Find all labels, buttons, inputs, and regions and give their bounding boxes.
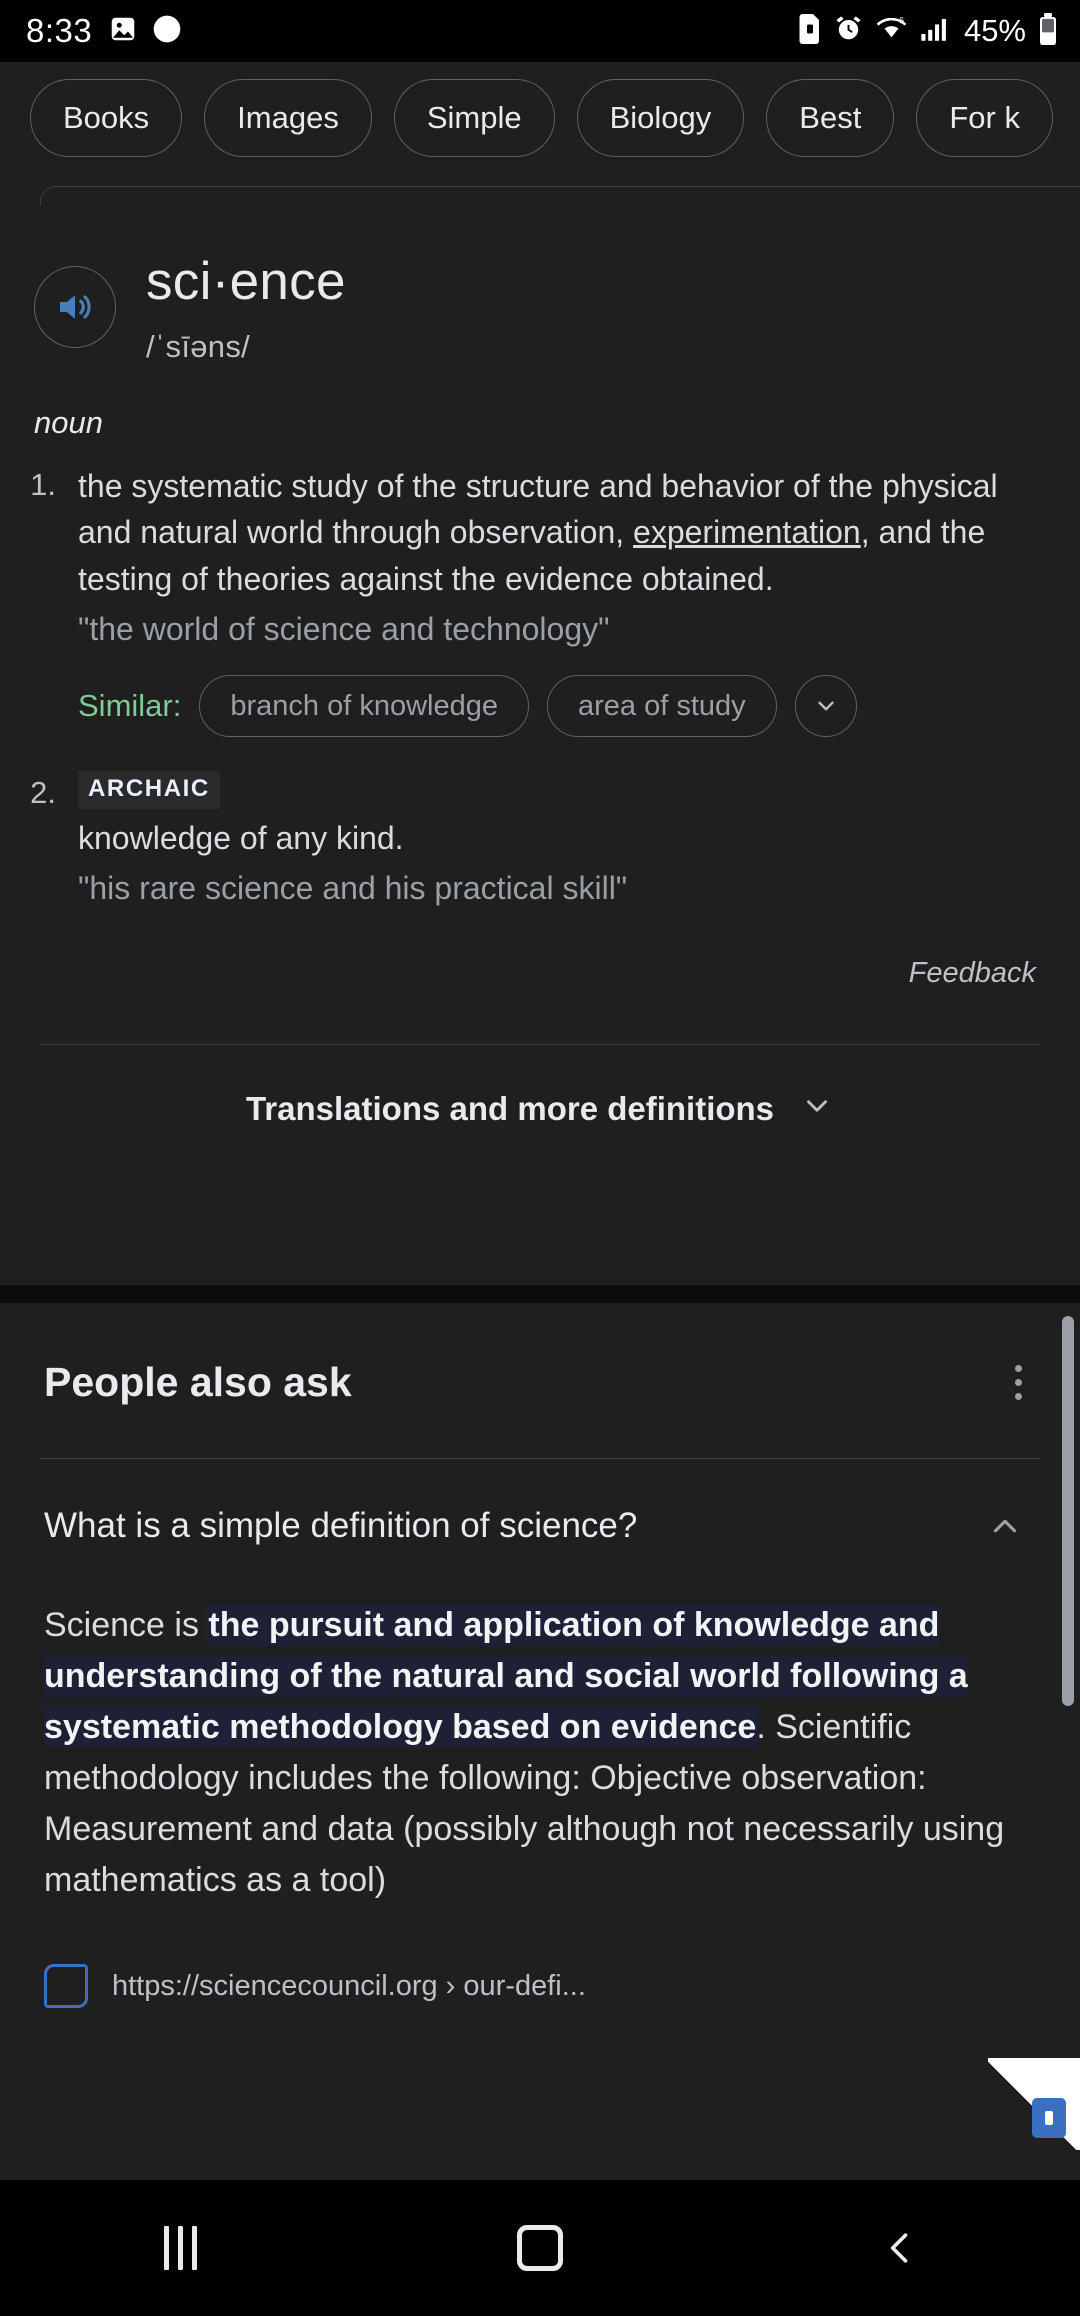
- filter-chip-biology[interactable]: Biology: [576, 79, 745, 157]
- speaker-icon[interactable]: [34, 266, 116, 348]
- translations-label: Translations and more definitions: [245, 1089, 775, 1127]
- filter-chip-images[interactable]: Images: [204, 79, 372, 157]
- kebab-dot: [1015, 1379, 1022, 1386]
- lock-body: [1045, 2111, 1053, 2125]
- similar-label: Similar:: [78, 687, 182, 723]
- image-icon: [108, 14, 138, 49]
- synonym-chip-branch-of-knowledge[interactable]: branch of knowledge: [199, 674, 529, 737]
- definition-text: knowledge of any kind.: [78, 819, 404, 856]
- filter-chip-simple[interactable]: Simple: [393, 79, 555, 157]
- register-label-archaic: ARCHAIC: [78, 770, 220, 809]
- feedback-link[interactable]: Feedback: [0, 923, 1080, 990]
- translations-expander[interactable]: Translations and more definitions: [40, 1044, 1040, 1172]
- definition-example: "his rare science and his practical skil…: [78, 869, 628, 906]
- chevron-down-icon[interactable]: [794, 674, 857, 737]
- answer-prefix: Science is: [44, 1606, 209, 1644]
- lock-icon: [1032, 2098, 1066, 2138]
- question-text: What is a simple definition of science?: [44, 1506, 638, 1545]
- similar-row: Similar: branch of knowledge area of stu…: [78, 674, 1032, 737]
- definition-number: 1.: [30, 466, 56, 502]
- kebab-dot: [1015, 1393, 1022, 1400]
- alarm-icon: [834, 14, 863, 48]
- battery-percent-label: 45%: [963, 13, 1026, 48]
- headword: sci·ence: [146, 252, 346, 311]
- chevron-down-icon[interactable]: [800, 1089, 834, 1128]
- filter-chip-for-kids[interactable]: For k: [916, 79, 1053, 157]
- status-bar-system-icons: 6 45%: [798, 12, 1058, 50]
- eclipse-icon: [151, 13, 183, 50]
- filter-chips-row[interactable]: Books Images Simple Biology Best For k: [0, 62, 1080, 174]
- status-bar: 8:33 6 45%: [0, 0, 1080, 62]
- dictionary-header: sci·ence /ˈsīəns/: [0, 232, 1080, 365]
- definition-body: ARCHAIC knowledge of any kind. "his rare…: [78, 770, 1080, 912]
- feedback-label[interactable]: Feedback: [909, 957, 1036, 989]
- filter-chip-best[interactable]: Best: [766, 79, 895, 157]
- answer-text: Science is the pursuit and application o…: [40, 1588, 1040, 1906]
- dictionary-panel: sci·ence /ˈsīəns/ noun 1. the systematic…: [0, 232, 1080, 1173]
- sd-card-icon: [798, 13, 822, 49]
- source-row[interactable]: https://sciencecouncil.org › our-defi...: [40, 1906, 1040, 2008]
- battery-icon: [1038, 12, 1058, 50]
- part-of-speech: noun: [34, 404, 103, 440]
- site-favicon-icon: [44, 1964, 88, 2008]
- page-scrollbar[interactable]: [1062, 1316, 1074, 1706]
- definition-list: 1. the systematic study of the structure…: [0, 463, 1080, 911]
- filter-chip-books[interactable]: Books: [30, 79, 183, 157]
- back-icon[interactable]: [820, 2198, 980, 2298]
- signal-icon: [920, 14, 950, 48]
- definition-number: 2.: [30, 774, 56, 810]
- status-bar-notification-icons: [108, 13, 183, 50]
- definition-item-1: 1. the systematic study of the structure…: [0, 463, 1080, 737]
- source-url[interactable]: https://sciencecouncil.org › our-defi...: [112, 1970, 586, 2003]
- headword-block: sci·ence /ˈsīəns/: [146, 252, 346, 365]
- recents-bars: [163, 2226, 197, 2270]
- people-also-ask-title: People also ask: [44, 1359, 352, 1405]
- question-row[interactable]: What is a simple definition of science?: [40, 1459, 1040, 1588]
- synonym-chip-area-of-study[interactable]: area of study: [546, 674, 777, 737]
- svg-text:6: 6: [899, 15, 904, 25]
- definition-example: "the world of science and technology": [78, 611, 610, 648]
- phonetic-transcription: /ˈsīəns/: [146, 328, 251, 364]
- definition-text: the systematic study of the structure an…: [78, 463, 1032, 602]
- kebab-dot: [1015, 1365, 1022, 1372]
- section-separator: [0, 1285, 1080, 1303]
- system-nav-bar[interactable]: [0, 2180, 1080, 2316]
- people-also-ask-header: People also ask: [40, 1303, 1040, 1458]
- screen: 8:33 6 45% Books Images Simple Biology B…: [0, 0, 1080, 2316]
- recents-icon[interactable]: [100, 2198, 260, 2298]
- chevron-up-icon[interactable]: [986, 1503, 1036, 1550]
- home-square: [517, 2225, 563, 2271]
- kebab-menu-icon[interactable]: [1001, 1355, 1036, 1410]
- definition-link-experimentation[interactable]: experimentation: [633, 514, 861, 550]
- wifi-icon: 6: [875, 14, 908, 48]
- people-also-ask-section: People also ask What is a simple definit…: [0, 1303, 1080, 2008]
- home-icon[interactable]: [460, 2198, 620, 2298]
- status-bar-clock: 8:33: [26, 12, 93, 49]
- definition-body: the systematic study of the structure an…: [78, 463, 1080, 737]
- definition-item-2: 2. ARCHAIC knowledge of any kind. "his r…: [0, 770, 1080, 912]
